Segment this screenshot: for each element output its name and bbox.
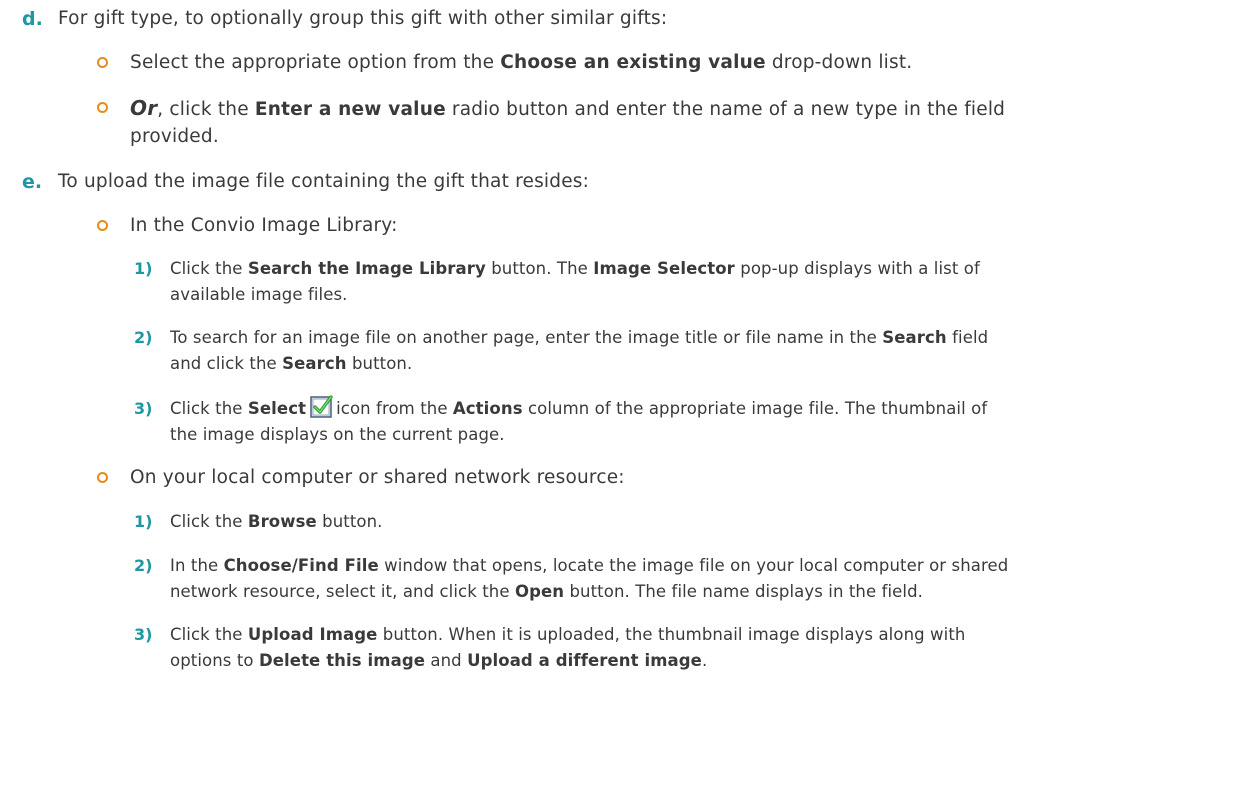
step-text: Click the bbox=[170, 512, 248, 531]
bullet-icon bbox=[97, 472, 108, 483]
library-step-3-line-2: the image displays on the current page. bbox=[170, 425, 505, 444]
bullet-bold-text: Choose an existing value bbox=[500, 52, 766, 73]
step-bold-text: Image Selector bbox=[593, 259, 735, 278]
step-bold-text: Browse bbox=[247, 512, 317, 531]
step-text: field bbox=[946, 328, 989, 347]
step-bold-text: Upload Image bbox=[247, 625, 378, 644]
bullet-text: Select the appropriate option from the bbox=[130, 52, 501, 73]
step-d-bullet-2: Or, click the Enter a new value radio bu… bbox=[130, 93, 1005, 125]
local-step-2-line-2: network resource, select it, and click t… bbox=[170, 577, 923, 607]
step-text: In the bbox=[170, 556, 224, 575]
step-text: Click the bbox=[170, 259, 248, 278]
step-d-marker: d. bbox=[22, 8, 43, 30]
step-d-text: For gift type, to optionally group this … bbox=[58, 8, 668, 29]
document-page: d. For gift type, to optionally group th… bbox=[0, 0, 1244, 801]
step-text: and click the bbox=[170, 354, 283, 373]
step-bold-text: Select bbox=[247, 399, 307, 418]
bullet-text: radio button and enter the name of a new… bbox=[445, 99, 1006, 120]
step-text: button. bbox=[316, 512, 383, 531]
step-bold-text: Choose/Find File bbox=[223, 556, 379, 575]
bullet-icon bbox=[97, 57, 108, 68]
library-step-1-line-2: available image files. bbox=[170, 285, 348, 304]
step-text: button. The file name displays in the fi… bbox=[564, 582, 924, 601]
local-step-1-line-1: Click the Browse button. bbox=[170, 507, 383, 537]
step-text: button. The bbox=[485, 259, 594, 278]
step-e-marker: e. bbox=[22, 171, 43, 193]
step-text: window that opens, locate the image file… bbox=[378, 556, 1009, 575]
step-text: . bbox=[701, 651, 708, 670]
step-d-bullet-1: Select the appropriate option from the C… bbox=[130, 48, 912, 78]
local-step-3-number: 3) bbox=[134, 625, 153, 644]
local-heading: On your local computer or shared network… bbox=[130, 467, 625, 488]
step-bold-text: Search bbox=[882, 328, 947, 347]
step-text: options to bbox=[170, 651, 259, 670]
step-e-text: To upload the image file containing the … bbox=[58, 171, 590, 192]
bullet-icon bbox=[97, 102, 108, 113]
library-step-2-number: 2) bbox=[134, 328, 153, 347]
select-checkbox-icon bbox=[310, 394, 334, 418]
library-step-1-number: 1) bbox=[134, 259, 153, 278]
library-heading: In the Convio Image Library: bbox=[130, 215, 398, 236]
local-step-2-number: 2) bbox=[134, 556, 153, 575]
step-bold-text: Open bbox=[514, 582, 565, 601]
step-text: button. bbox=[346, 354, 413, 373]
step-bold-text: Search bbox=[282, 354, 347, 373]
or-emphasis: Or bbox=[130, 96, 158, 120]
step-text: and bbox=[425, 651, 468, 670]
step-text: To search for an image file on another p… bbox=[170, 328, 883, 347]
step-text: Click the bbox=[170, 399, 248, 418]
step-bold-text: Actions bbox=[452, 399, 523, 418]
step-text: network resource, select it, and click t… bbox=[170, 582, 515, 601]
local-step-3-line-2: options to Delete this image and Upload … bbox=[170, 646, 707, 676]
step-text: column of the appropriate image file. Th… bbox=[522, 399, 988, 418]
bullet-text: , click the bbox=[157, 99, 255, 120]
bullet-text: drop-down list. bbox=[765, 52, 913, 73]
step-bold-text: Upload a different image bbox=[467, 651, 702, 670]
bullet-icon bbox=[97, 220, 108, 231]
step-text: button. When it is uploaded, the thumbna… bbox=[377, 625, 966, 644]
local-step-1-number: 1) bbox=[134, 512, 153, 531]
step-text: Click the bbox=[170, 625, 248, 644]
library-step-2-line-2: and click the Search button. bbox=[170, 349, 412, 379]
step-bold-text: Delete this image bbox=[258, 651, 426, 670]
step-bold-text: Search the Image Library bbox=[247, 259, 486, 278]
step-d-bullet-2-line-2: provided. bbox=[130, 126, 219, 147]
bullet-bold-text: Enter a new value bbox=[254, 99, 446, 120]
step-text: icon from the bbox=[336, 399, 453, 418]
library-step-3-number: 3) bbox=[134, 399, 153, 418]
step-text: pop-up displays with a list of bbox=[734, 259, 980, 278]
